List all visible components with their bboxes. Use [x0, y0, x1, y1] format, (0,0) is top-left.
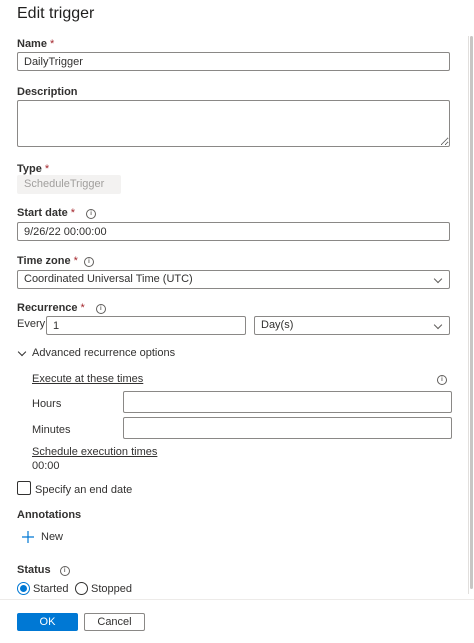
time-zone-value: Coordinated Universal Time (UTC): [24, 273, 193, 285]
required-marker: *: [80, 302, 85, 314]
chevron-down-icon: [433, 320, 443, 330]
description-label: Description: [17, 86, 78, 98]
end-date-label: Specify an end date: [35, 484, 133, 496]
schedule-execution-value: 00:00: [32, 460, 60, 472]
type-field: ScheduleTrigger: [17, 175, 121, 194]
start-date-label: Start date * i: [17, 207, 97, 219]
recurrence-interval-input[interactable]: [46, 316, 246, 335]
every-label: Every: [17, 318, 46, 330]
info-icon[interactable]: i: [95, 304, 106, 314]
scrollbar-thumb[interactable]: [470, 36, 473, 589]
status-label: Status i: [17, 564, 70, 576]
type-label: Type *: [17, 163, 50, 175]
info-icon[interactable]: i: [86, 209, 97, 219]
required-marker: *: [70, 207, 76, 219]
time-zone-label: Time zone * i: [17, 255, 94, 267]
panel-title: Edit trigger: [17, 5, 95, 22]
execute-at-these-times-link[interactable]: Execute at these times: [32, 373, 143, 385]
footer-bar: OK Cancel: [0, 599, 474, 643]
ok-button[interactable]: OK: [17, 613, 78, 631]
required-marker: *: [44, 163, 50, 175]
time-zone-select[interactable]: Coordinated Universal Time (UTC): [17, 270, 450, 289]
cancel-button[interactable]: Cancel: [84, 613, 145, 631]
name-input[interactable]: [17, 52, 450, 71]
info-icon[interactable]: i: [59, 566, 70, 576]
status-started-label: Started: [33, 583, 69, 595]
recurrence-unit-value: Day(s): [261, 319, 294, 331]
status-stopped-label: Stopped: [91, 583, 132, 595]
annotations-label: Annotations: [17, 509, 82, 521]
info-icon[interactable]: i: [437, 375, 447, 385]
advanced-recurrence-label: Advanced recurrence options: [32, 347, 176, 359]
radio-selected-icon: [17, 582, 30, 595]
chevron-down-icon: [433, 274, 443, 284]
new-annotation-label: New: [41, 531, 64, 543]
description-textarea[interactable]: [17, 100, 450, 147]
start-date-input[interactable]: [17, 222, 450, 241]
required-marker: *: [73, 255, 78, 267]
hours-label: Hours: [32, 398, 62, 410]
info-icon[interactable]: i: [83, 257, 94, 267]
hours-input[interactable]: [123, 391, 452, 413]
recurrence-unit-select[interactable]: Day(s): [254, 316, 450, 335]
name-label: Name *: [17, 38, 55, 50]
plus-icon: [22, 530, 34, 543]
chevron-down-icon: [17, 347, 27, 357]
minutes-label: Minutes: [32, 424, 71, 436]
schedule-execution-times-link[interactable]: Schedule execution times: [32, 446, 157, 458]
end-date-checkbox[interactable]: [17, 481, 31, 495]
radio-unselected-icon: [75, 582, 88, 595]
required-marker: *: [49, 38, 55, 50]
recurrence-label: Recurrence * i: [17, 302, 106, 314]
minutes-input[interactable]: [123, 417, 452, 439]
